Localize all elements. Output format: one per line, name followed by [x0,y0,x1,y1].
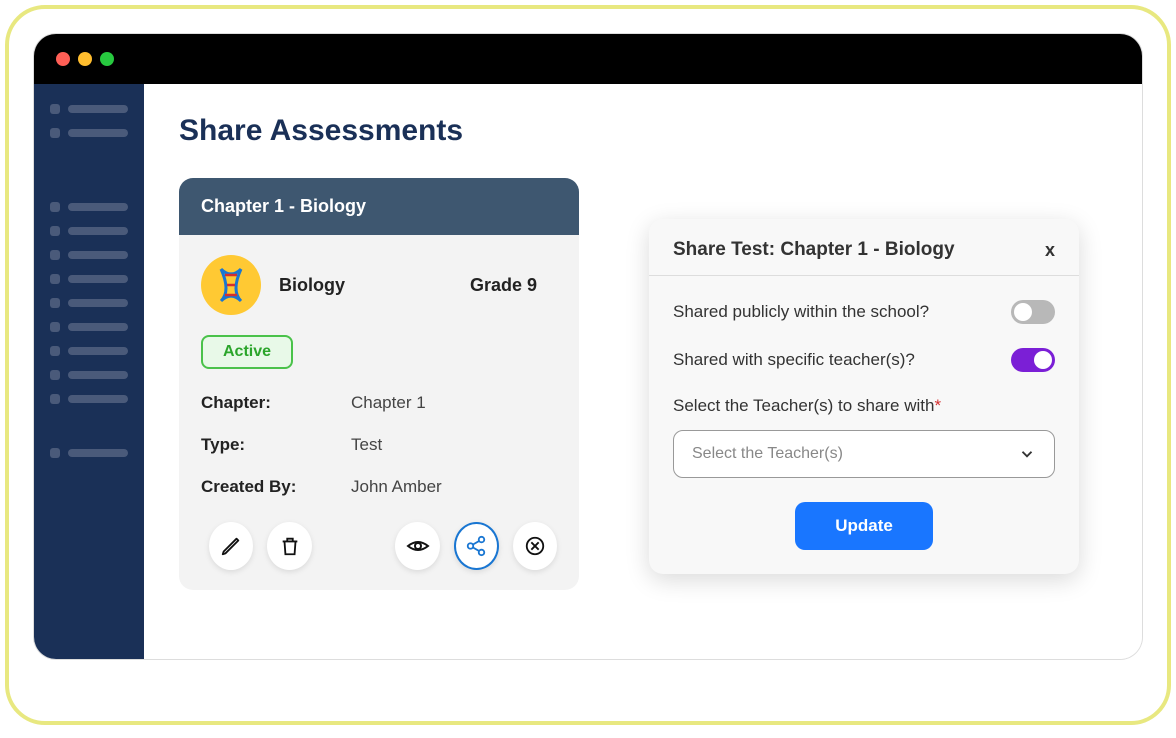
share-modal: Share Test: Chapter 1 - Biology x Shared… [649,219,1079,574]
grade-label: Grade 9 [470,275,537,296]
sidebar-item[interactable] [50,322,128,332]
sidebar-item[interactable] [50,370,128,380]
chapter-label: Chapter: [201,393,351,413]
share-public-label: Shared publicly within the school? [673,302,929,322]
sidebar-item[interactable] [50,128,128,138]
trash-icon [279,535,301,557]
sidebar-item[interactable] [50,298,128,308]
sidebar-item[interactable] [50,274,128,284]
subject-name: Biology [279,275,345,296]
pencil-icon [220,535,242,557]
sidebar-item[interactable] [50,250,128,260]
sidebar-item[interactable] [50,202,128,212]
sidebar [34,84,144,659]
select-placeholder: Select the Teacher(s) [692,445,843,463]
card-title: Chapter 1 - Biology [201,196,557,217]
status-badge: Active [201,335,293,369]
window-maximize-dot[interactable] [100,52,114,66]
chapter-value: Chapter 1 [351,393,426,413]
share-icon [465,535,487,557]
close-circle-icon [524,535,546,557]
delete-button[interactable] [267,522,311,570]
page-title: Share Assessments [179,114,1107,148]
update-button[interactable]: Update [795,502,933,550]
select-teachers-dropdown[interactable]: Select the Teacher(s) [673,430,1055,478]
type-label: Type: [201,435,351,455]
assessment-card: Chapter 1 - Biology Biology Grade 9 Acti… [179,178,579,590]
sidebar-item[interactable] [50,448,128,458]
cancel-button[interactable] [513,522,557,570]
share-teachers-toggle[interactable] [1011,348,1055,372]
share-button[interactable] [454,522,499,570]
modal-close-button[interactable]: x [1045,240,1055,261]
createdby-value: John Amber [351,477,442,497]
chevron-down-icon [1018,445,1036,463]
sidebar-item[interactable] [50,226,128,236]
titlebar [34,34,1142,84]
sidebar-item[interactable] [50,104,128,114]
select-teachers-label: Select the Teacher(s) to share with* [673,396,1055,416]
type-value: Test [351,435,382,455]
window-close-dot[interactable] [56,52,70,66]
view-button[interactable] [395,522,439,570]
window-minimize-dot[interactable] [78,52,92,66]
card-header: Chapter 1 - Biology [179,178,579,235]
createdby-label: Created By: [201,477,351,497]
share-teachers-label: Shared with specific teacher(s)? [673,350,915,370]
sidebar-item[interactable] [50,346,128,356]
eye-icon [406,534,430,558]
modal-title: Share Test: Chapter 1 - Biology [673,239,955,261]
biology-icon [201,255,261,315]
edit-button[interactable] [209,522,253,570]
sidebar-item[interactable] [50,394,128,404]
share-public-toggle[interactable] [1011,300,1055,324]
